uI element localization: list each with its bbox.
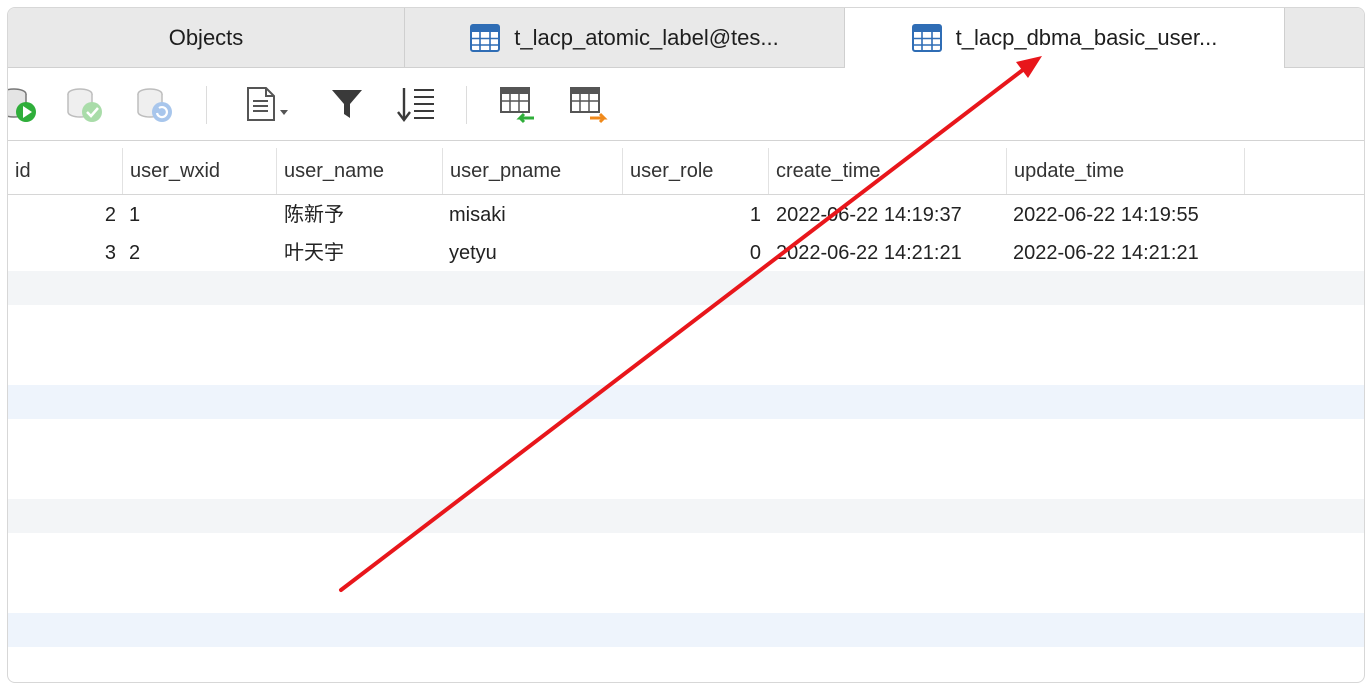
empty-row (8, 385, 1364, 419)
cell-create-time[interactable]: 2022-06-22 14:21:21 (776, 234, 962, 272)
cell-update-time[interactable]: 2022-06-22 14:19:55 (1013, 196, 1199, 234)
tab-dbma-basic-user-text: t_lacp_dbma_basic_user... (955, 25, 1218, 50)
cell-user-name[interactable]: 陈新予 (284, 196, 344, 234)
table-icon (470, 23, 501, 52)
cell-update-time[interactable]: 2022-06-22 14:21:21 (1013, 234, 1199, 272)
export-icon[interactable] (568, 84, 608, 124)
cell-id[interactable]: 3 (8, 234, 116, 272)
cell-user-name[interactable]: 叶天宇 (284, 234, 344, 272)
toolbar-separator (206, 86, 207, 124)
cell-create-time[interactable]: 2022-06-22 14:19:37 (776, 196, 962, 234)
empty-row (8, 271, 1364, 305)
cell-user-pname[interactable]: misaki (449, 196, 506, 234)
column-header-update-time[interactable]: update_time (1007, 148, 1245, 194)
toolbar (8, 68, 1364, 141)
cell-user-pname[interactable]: yetyu (449, 234, 497, 272)
column-header-user-name[interactable]: user_name (277, 148, 443, 194)
column-header-create-time[interactable]: create_time (769, 148, 1007, 194)
commit-icon[interactable] (64, 84, 104, 124)
toolbar-separator (466, 86, 467, 124)
tab-atomic-label-table[interactable]: t_lacp_atomic_label@tes... (405, 8, 845, 67)
app-window: Objects t_lacp_atomic_label@tes... t_lac… (7, 7, 1365, 683)
table-icon (911, 24, 942, 52)
tab-atomic-label-text: t_lacp_atomic_label@tes... (514, 24, 779, 50)
cell-user-wxid[interactable]: 1 (129, 196, 140, 234)
tab-objects-label: Objects (168, 24, 244, 50)
cell-user-role[interactable]: 1 (623, 196, 761, 234)
empty-row (8, 613, 1364, 647)
cell-user-wxid[interactable]: 2 (129, 234, 140, 272)
text-view-icon[interactable] (242, 84, 298, 124)
column-header-user-wxid[interactable]: user_wxid (123, 148, 277, 194)
column-header-id[interactable]: id (8, 148, 123, 194)
refresh-icon[interactable] (134, 84, 174, 124)
empty-row (8, 499, 1364, 533)
column-header-user-pname[interactable]: user_pname (443, 148, 623, 194)
column-header-user-role[interactable]: user_role (623, 148, 769, 194)
tab-dbma-basic-user-table[interactable]: t_lacp_dbma_basic_user... (845, 8, 1285, 68)
tab-bar: Objects t_lacp_atomic_label@tes... t_lac… (8, 8, 1364, 68)
cell-id[interactable]: 2 (8, 196, 116, 234)
table-row[interactable]: 2 1 陈新予 misaki 1 2022-06-22 14:19:37 202… (8, 196, 1364, 234)
table-header: id user_wxid user_name user_pname user_r… (8, 148, 1364, 195)
tab-objects[interactable]: Objects (8, 8, 405, 67)
table-row[interactable]: 3 2 叶天宇 yetyu 0 2022-06-22 14:21:21 2022… (8, 234, 1364, 272)
run-query-icon[interactable] (7, 84, 38, 124)
sort-icon[interactable] (396, 84, 436, 124)
import-icon[interactable] (498, 84, 538, 124)
cell-user-role[interactable]: 0 (623, 234, 761, 272)
filter-icon[interactable] (328, 84, 368, 124)
